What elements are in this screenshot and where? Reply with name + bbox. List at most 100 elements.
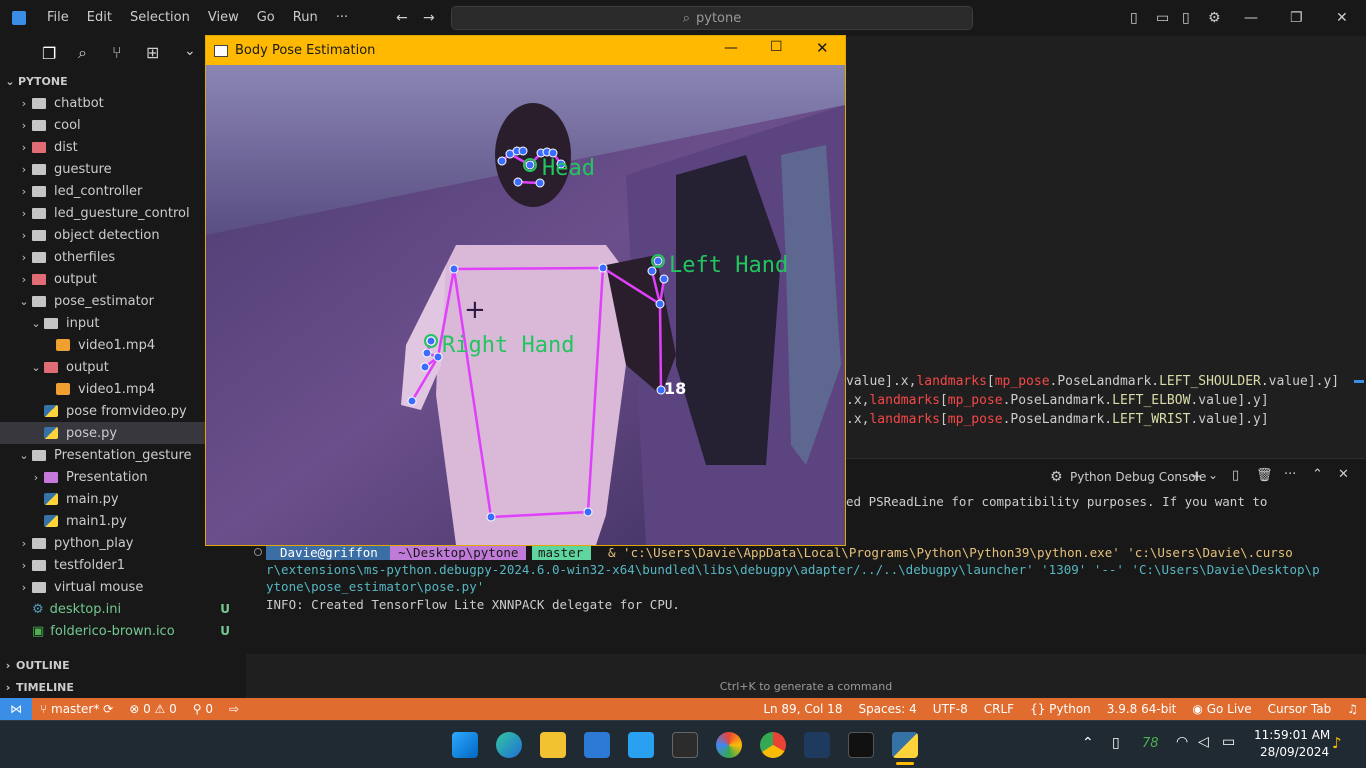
pose-estimation-window[interactable]: Body Pose Estimation — ☐ ✕ Head Left Hand… xyxy=(205,35,846,546)
toggle-sidebar-icon[interactable]: ▯ xyxy=(1130,0,1138,36)
back-arrow-icon[interactable]: ← xyxy=(396,0,408,36)
indentation[interactable]: Spaces: 4 xyxy=(850,698,924,720)
timeline-section[interactable]: › TIMELINE xyxy=(0,676,246,698)
battery-percent[interactable]: 78 xyxy=(1142,736,1159,751)
search-icon[interactable]: ⌕ xyxy=(78,43,87,63)
chevron-down-icon[interactable]: ⌄ xyxy=(184,43,196,59)
notifications-bell-icon[interactable]: ♫ xyxy=(1339,698,1366,720)
terminal-icon[interactable] xyxy=(672,732,698,758)
add-terminal-icon[interactable]: + xyxy=(1190,467,1203,485)
battery-icon[interactable]: ▭ xyxy=(1222,734,1235,750)
menu-item-run[interactable]: Run xyxy=(284,0,327,36)
problems-indicator[interactable]: ⊗ 0 ⚠ 0 xyxy=(121,698,185,720)
warning-count: 0 xyxy=(169,702,177,716)
extensions-icon[interactable]: ⊞ xyxy=(146,43,159,62)
notification-bell-icon[interactable]: ♪ xyxy=(1332,734,1342,752)
chevron-right-icon: › xyxy=(21,140,27,154)
folder-icon xyxy=(32,251,46,263)
chrome-colorful-icon[interactable] xyxy=(716,732,742,758)
minimap-slider[interactable] xyxy=(1354,380,1364,383)
prompt-path: ~\Desktop\pytone xyxy=(390,545,527,560)
folder-icon xyxy=(32,537,46,549)
clock-date[interactable]: 28/09/2024 xyxy=(1260,745,1329,759)
tree-item[interactable]: ⚙ desktop.ini U xyxy=(0,598,246,620)
settings-gear-icon[interactable]: ⚙ xyxy=(1208,0,1221,36)
close-panel-icon[interactable]: ✕ xyxy=(1338,467,1349,482)
cursor-tab[interactable]: Cursor Tab xyxy=(1260,698,1340,720)
maximize-button[interactable]: ☐ xyxy=(770,39,783,55)
feedback-icon[interactable] xyxy=(628,732,654,758)
powershell-icon[interactable] xyxy=(584,732,610,758)
git-branch[interactable]: ⑂ master* ⟳ xyxy=(32,698,121,720)
tray-chevron-up-icon[interactable]: ⌃ xyxy=(1082,735,1094,751)
tree-item[interactable]: › testfolder1 xyxy=(0,554,246,576)
clock-time[interactable]: 11:59:01 AM xyxy=(1254,728,1330,742)
code-line[interactable]: .x,landmarks[mp_pose.PoseLandmark.LEFT_W… xyxy=(846,412,1269,427)
trash-icon[interactable]: 🗑 xyxy=(1256,468,1273,483)
cursor-app-icon[interactable] xyxy=(848,732,874,758)
app-window-icon xyxy=(214,44,228,57)
debug-icon[interactable]: ⇨ xyxy=(221,698,247,720)
outline-section[interactable]: › OUTLINE xyxy=(0,654,246,676)
interpreter-version[interactable]: 3.9.8 64-bit xyxy=(1099,698,1185,720)
code-token: mp_pose xyxy=(947,412,1003,427)
branch-label: master* xyxy=(51,702,100,716)
file-explorer-icon[interactable] xyxy=(540,732,566,758)
folder-icon xyxy=(32,97,46,109)
menu-item-view[interactable]: View xyxy=(199,0,248,36)
minimize-button[interactable]: — xyxy=(724,40,738,56)
maximize-panel-icon[interactable]: ⌃ xyxy=(1312,467,1323,482)
ports-indicator[interactable]: ⚲ 0 xyxy=(185,698,221,720)
code-line[interactable]: .x,landmarks[mp_pose.PoseLandmark.LEFT_E… xyxy=(846,393,1269,408)
angle-value: 18 xyxy=(664,379,686,398)
menu-more-icon[interactable]: ··· xyxy=(327,0,357,36)
minimize-button[interactable]: — xyxy=(1244,0,1258,36)
mouse-crosshair-icon: + xyxy=(464,295,486,325)
menu-item-selection[interactable]: Selection xyxy=(121,0,199,36)
folder-icon xyxy=(32,141,46,153)
encoding[interactable]: UTF-8 xyxy=(925,698,976,720)
tree-item-label: otherfiles xyxy=(54,249,116,265)
python-icon[interactable] xyxy=(892,732,918,758)
python-file-icon xyxy=(44,405,58,417)
usb-icon[interactable]: ▯ xyxy=(1112,735,1120,751)
tree-item[interactable]: ▣ folderico-brown.ico U xyxy=(0,620,246,642)
more-actions-icon[interactable]: ··· xyxy=(1284,467,1296,482)
windows-start-icon[interactable] xyxy=(452,732,478,758)
explorer-icon[interactable]: ❐ xyxy=(42,44,56,63)
pose-overlay: Head Left Hand Right Hand 18 + xyxy=(407,146,788,522)
menu-item-edit[interactable]: Edit xyxy=(78,0,121,36)
volume-icon[interactable]: ◁ xyxy=(1198,734,1209,750)
cursor-position[interactable]: Ln 89, Col 18 xyxy=(755,698,850,720)
toggle-panel-icon[interactable]: ▭ xyxy=(1156,0,1169,36)
video-file-icon xyxy=(56,339,70,351)
window-title-bar[interactable]: Body Pose Estimation — ☐ ✕ xyxy=(206,36,845,65)
landmark-point xyxy=(433,352,443,362)
close-button[interactable]: ✕ xyxy=(1336,0,1348,36)
restore-button[interactable]: ❐ xyxy=(1290,0,1303,36)
wifi-icon[interactable]: ◠ xyxy=(1176,734,1188,750)
pose-label: Head xyxy=(542,156,595,181)
chrome-icon[interactable] xyxy=(760,732,786,758)
vscode-icon[interactable] xyxy=(804,732,830,758)
remote-icon[interactable]: ⋈ xyxy=(0,698,32,720)
close-button[interactable]: ✕ xyxy=(816,39,829,57)
chevron-down-icon[interactable]: ⌄ xyxy=(1208,468,1218,482)
tree-item[interactable]: › virtual mouse xyxy=(0,576,246,598)
folder-icon xyxy=(32,229,46,241)
command-center-search[interactable]: ⌕ pytone xyxy=(451,6,973,30)
go-live-button[interactable]: ◉ Go Live xyxy=(1184,698,1259,720)
end-of-line[interactable]: CRLF xyxy=(976,698,1022,720)
menu-item-go[interactable]: Go xyxy=(248,0,284,36)
edge-icon[interactable] xyxy=(496,732,522,758)
code-line[interactable]: value].x,landmarks[mp_pose.PoseLandmark.… xyxy=(846,374,1339,389)
toggle-secondary-sidebar-icon[interactable]: ▯ xyxy=(1182,0,1190,36)
landmark-point xyxy=(598,263,608,273)
split-terminal-icon[interactable]: ▯ xyxy=(1232,468,1239,483)
console-label[interactable]: Python Debug Console xyxy=(1070,470,1206,484)
language-mode[interactable]: {} Python xyxy=(1022,698,1099,720)
menu-item-file[interactable]: File xyxy=(38,0,78,36)
source-control-icon[interactable]: ⑂ xyxy=(112,43,122,62)
forward-arrow-icon[interactable]: → xyxy=(423,0,435,36)
chevron-right-icon: › xyxy=(21,118,27,132)
